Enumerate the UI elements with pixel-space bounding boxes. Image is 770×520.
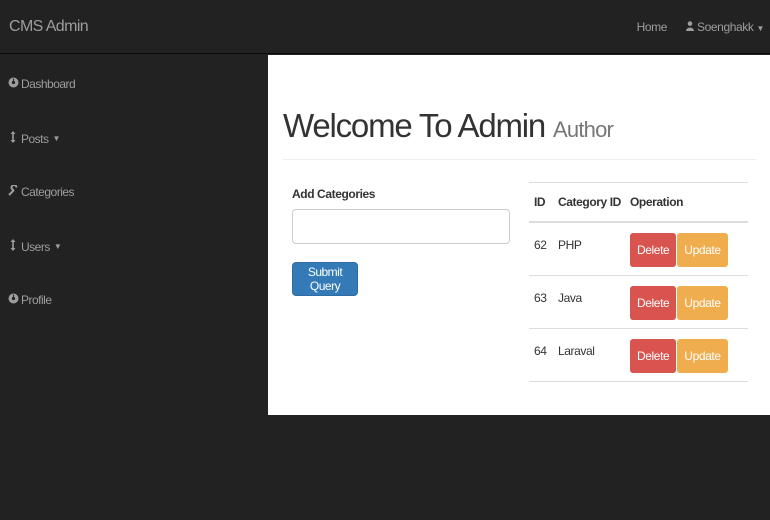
user-menu[interactable]: Soenghakk ▼ xyxy=(686,20,764,34)
row-category-name: PHP xyxy=(553,221,625,275)
update-button[interactable]: Update xyxy=(677,233,728,267)
navbar-right: Home Soenghakk ▼ xyxy=(637,20,765,34)
column-header-operation: Operation xyxy=(625,182,748,223)
sidebar-item-profile[interactable]: Profile xyxy=(7,293,52,307)
posts-icon xyxy=(7,131,19,146)
update-button[interactable]: Update xyxy=(677,338,728,373)
sidebar-item-users[interactable]: Users ▼ xyxy=(7,239,62,254)
sidebar-item-label: Dashboard xyxy=(21,77,76,91)
user-name: Soenghakk xyxy=(697,20,754,34)
row-operations: Delete Update xyxy=(625,327,748,382)
title-divider xyxy=(283,159,756,160)
table-row: 62 PHP Delete Update xyxy=(529,221,748,275)
page-title-text: Welcome To Admin xyxy=(283,107,546,144)
sidebar-item-label: Users xyxy=(21,239,50,254)
brand-link[interactable]: CMS Admin xyxy=(9,18,89,36)
add-categories-label: Add Categories xyxy=(292,187,376,201)
home-link[interactable]: Home xyxy=(637,20,668,34)
sidebar-item-posts[interactable]: Posts ▼ xyxy=(7,131,60,146)
caret-down-icon: ▼ xyxy=(53,242,62,251)
update-button[interactable]: Update xyxy=(677,285,728,320)
table-row: 64 Laraval Delete Update xyxy=(529,327,748,382)
submit-button[interactable]: Submit Query xyxy=(292,262,358,296)
delete-button[interactable]: Delete xyxy=(630,285,677,320)
main-content: Welcome To Admin Author Add Categories S… xyxy=(268,55,770,415)
categories-table: ID Category ID Operation 62 PHP Delete Up… xyxy=(529,182,748,382)
row-id: 63 xyxy=(529,274,553,328)
sidebar-item-label: Posts xyxy=(21,131,49,146)
delete-button[interactable]: Delete xyxy=(630,338,677,373)
sidebar-item-dashboard[interactable]: Dashboard xyxy=(7,77,76,91)
sidebar-item-label: Profile xyxy=(21,293,52,307)
row-category-name: Laraval xyxy=(553,327,625,382)
users-icon xyxy=(7,239,19,254)
wrench-icon xyxy=(7,184,19,199)
delete-button[interactable]: Delete xyxy=(630,233,677,267)
row-operations: Delete Update xyxy=(625,274,748,328)
column-header-category: Category ID xyxy=(553,182,625,223)
profile-icon xyxy=(7,293,19,307)
row-category-name: Java xyxy=(553,274,625,328)
page-subtitle: Author xyxy=(553,117,614,142)
row-id: 64 xyxy=(529,327,553,382)
caret-down-icon: ▼ xyxy=(756,24,764,33)
row-id: 62 xyxy=(529,221,553,275)
top-navbar: CMS Admin Home Soenghakk ▼ xyxy=(0,0,770,54)
row-operations: Delete Update xyxy=(625,221,748,275)
caret-down-icon: ▼ xyxy=(52,134,61,143)
table-header-row: ID Category ID Operation xyxy=(529,182,748,223)
user-icon xyxy=(686,20,695,34)
category-input[interactable] xyxy=(292,209,510,244)
sidebar-item-label: Categories xyxy=(21,185,75,199)
column-header-id: ID xyxy=(529,182,553,223)
dashboard-icon xyxy=(7,77,19,91)
page-title: Welcome To Admin Author xyxy=(283,107,614,145)
sidebar-item-categories[interactable]: Categories xyxy=(7,184,75,199)
table-row: 63 Java Delete Update xyxy=(529,274,748,328)
sidebar: Dashboard Posts ▼ Categories Users ▼ Pro… xyxy=(0,55,268,520)
